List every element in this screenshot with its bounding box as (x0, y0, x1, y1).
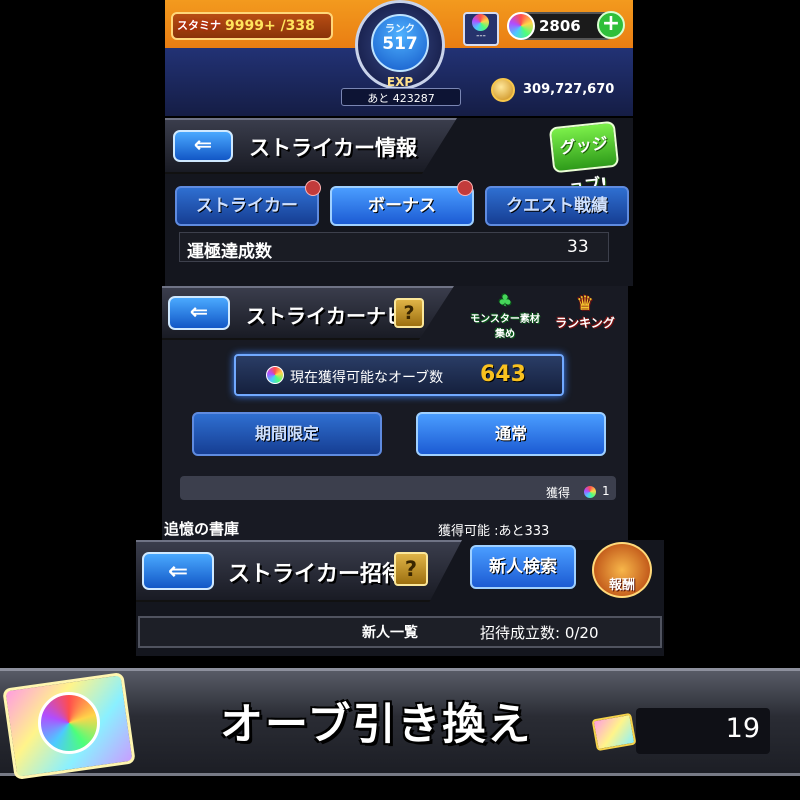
available-orbs-label: 現在獲得可能なオーブ数 (290, 370, 444, 386)
stamina-gauge[interactable]: スタミナ 9999+ /338 (171, 12, 333, 40)
invite-status: 招待成立数: 0/20 (480, 624, 599, 642)
page-title: ストライカー情報 (249, 136, 417, 160)
ranking-button[interactable]: ♛ ランキング (550, 292, 620, 338)
tab-normal[interactable]: 通常 (416, 412, 606, 456)
tab-limited-time[interactable]: 期間限定 (192, 412, 382, 456)
good-job-button[interactable]: グッジョブ! (548, 120, 620, 197)
tab-bonus[interactable]: ボーナス (330, 186, 474, 226)
stat-row-label: 運極達成数 (187, 242, 272, 262)
help-button[interactable]: ? (394, 298, 424, 328)
stat-row-value: 33 (567, 237, 589, 257)
banner-title: オーブ引き換え (220, 700, 533, 750)
monster-materials-label: モンスター素材集め (470, 314, 540, 340)
exp-remaining-box: あと 423287 (341, 88, 461, 106)
back-button[interactable]: ⇐ (142, 552, 214, 590)
notification-badge (305, 180, 321, 196)
stamina-value: 9999+ /338 (225, 18, 315, 34)
quest-obtainable: 獲得可能 :あと333 (438, 524, 550, 539)
back-button[interactable]: ⇐ (168, 296, 230, 330)
stamina-tag: スタミナ (177, 19, 221, 32)
exp-remaining: あと 423287 (367, 92, 435, 105)
ticket-count: 19 (725, 713, 760, 744)
striker-invite-panel: ⇐ ストライカー招待 ? 新人検索 報酬 新人一覧 招待成立数: 0/20 (136, 540, 664, 656)
gold-coin-icon (491, 78, 515, 102)
clover-icon: ♣ (497, 291, 513, 310)
available-orbs-value: 643 (480, 362, 526, 387)
tab-quest-record[interactable]: クエスト戦績 (485, 186, 629, 226)
quest-name: 追憶の書庫 (164, 520, 240, 538)
newcomer-search-button[interactable]: 新人検索 (470, 545, 576, 589)
striker-info-panel: ⇐ ストライカー情報 グッジョブ! ストライカー ボーナス クエスト戦績 運極達… (165, 118, 633, 286)
orb-icon (507, 12, 535, 40)
orb-icon (266, 366, 284, 384)
crown-icon: ♛ (576, 291, 594, 315)
item-slot-text: --- (476, 31, 486, 41)
rank-value: 517 (382, 34, 418, 54)
status-bar: スタミナ 9999+ /338 ランク 517 EXP あと 423287 --… (165, 0, 633, 116)
item-orb-icon (472, 14, 489, 31)
tab-striker[interactable]: ストライカー (175, 186, 319, 226)
gold-value: 309,727,670 (523, 82, 615, 97)
rank-label: ランク (385, 24, 415, 35)
orb-icon (38, 692, 100, 754)
exp-label: EXP (386, 75, 414, 89)
ranking-label: ランキング (555, 316, 615, 330)
page-title: ストライカー招待 (228, 562, 405, 587)
monster-materials-button[interactable]: ♣ モンスター素材集め (470, 291, 540, 341)
obtained-value: 1 (602, 484, 610, 498)
newcomer-list-label: 新人一覧 (362, 625, 418, 641)
ticket-icon (591, 712, 637, 752)
orb-count: 2806 (539, 17, 581, 35)
obtained-label: 獲得 (546, 486, 571, 500)
add-orb-button[interactable]: + (597, 11, 625, 39)
orb-icon (584, 486, 596, 498)
page-title: ストライカーナビ (246, 304, 406, 328)
back-button[interactable]: ⇐ (173, 130, 233, 162)
striker-navi-panel: ⇐ ストライカーナビ ? ♣ モンスター素材集め ♛ ランキング 現在獲得可能な… (162, 286, 628, 540)
notification-badge (457, 180, 473, 196)
help-button[interactable]: ? (394, 552, 428, 586)
reward-button[interactable]: 報酬 (592, 542, 652, 598)
